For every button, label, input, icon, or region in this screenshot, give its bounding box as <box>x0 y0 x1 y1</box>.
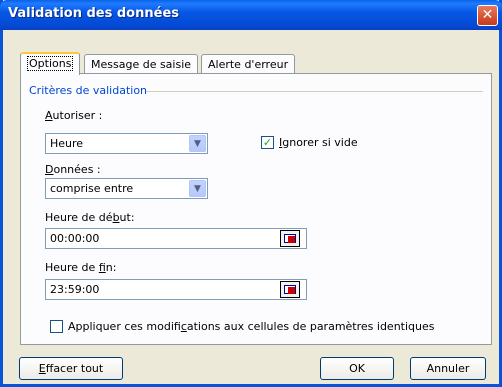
close-icon: ✕ <box>481 7 494 23</box>
title-bar: Validation des données ✕ <box>0 0 502 30</box>
data-select[interactable]: comprise entre ▼ <box>45 178 208 199</box>
apply-all-label[interactable]: Appliquer ces modifications aux cellules… <box>68 320 435 333</box>
chevron-down-icon[interactable]: ▼ <box>189 135 206 152</box>
end-time-input[interactable]: 23:59:00 <box>45 279 307 300</box>
end-time-label: Heure de fin: <box>45 261 117 274</box>
group-criteria-label: Critères de validation <box>29 84 152 97</box>
chevron-down-icon[interactable]: ▼ <box>189 180 206 197</box>
checkmark-icon: ✓ <box>262 136 273 149</box>
data-select-value: comprise entre <box>50 182 134 195</box>
start-time-value: 00:00:00 <box>50 232 100 245</box>
start-time-input[interactable]: 00:00:00 <box>45 228 307 249</box>
validation-dialog: Validation des données ✕ Options Message… <box>0 0 502 387</box>
ignore-blank-label[interactable]: Ignorer si vide <box>279 136 358 149</box>
allow-label: Autoriser : <box>45 109 103 122</box>
allow-select-value: Heure <box>50 137 84 150</box>
ok-button[interactable]: OK <box>320 357 394 380</box>
clear-all-button[interactable]: Effacer tout <box>19 357 123 380</box>
close-button[interactable]: ✕ <box>477 5 498 26</box>
start-time-label: Heure de début: <box>45 211 135 224</box>
dialog-title: Validation des données <box>8 6 179 21</box>
start-range-button[interactable] <box>280 230 300 247</box>
tab-alerte-label: Alerte d'erreur <box>208 58 289 71</box>
tab-message-de-saisie[interactable]: Message de saisie <box>84 54 199 74</box>
tab-options-label: Options <box>27 56 74 71</box>
group-divider <box>146 91 483 92</box>
allow-select[interactable]: Heure ▼ <box>45 133 208 154</box>
tab-message-label: Message de saisie <box>91 58 192 71</box>
ignore-blank-checkbox[interactable]: ✓ <box>261 136 274 149</box>
end-time-value: 23:59:00 <box>50 283 100 296</box>
range-marker <box>288 236 295 243</box>
tab-options[interactable]: Options <box>20 52 81 75</box>
range-marker <box>288 287 295 294</box>
end-range-button[interactable] <box>280 281 300 298</box>
options-panel: Critères de validation Autoriser : Heure… <box>20 73 492 345</box>
apply-all-checkbox[interactable] <box>50 320 63 333</box>
tab-alerte-erreur[interactable]: Alerte d'erreur <box>201 54 296 74</box>
cancel-button[interactable]: Annuler <box>410 357 486 380</box>
data-label: Données : <box>45 163 101 176</box>
